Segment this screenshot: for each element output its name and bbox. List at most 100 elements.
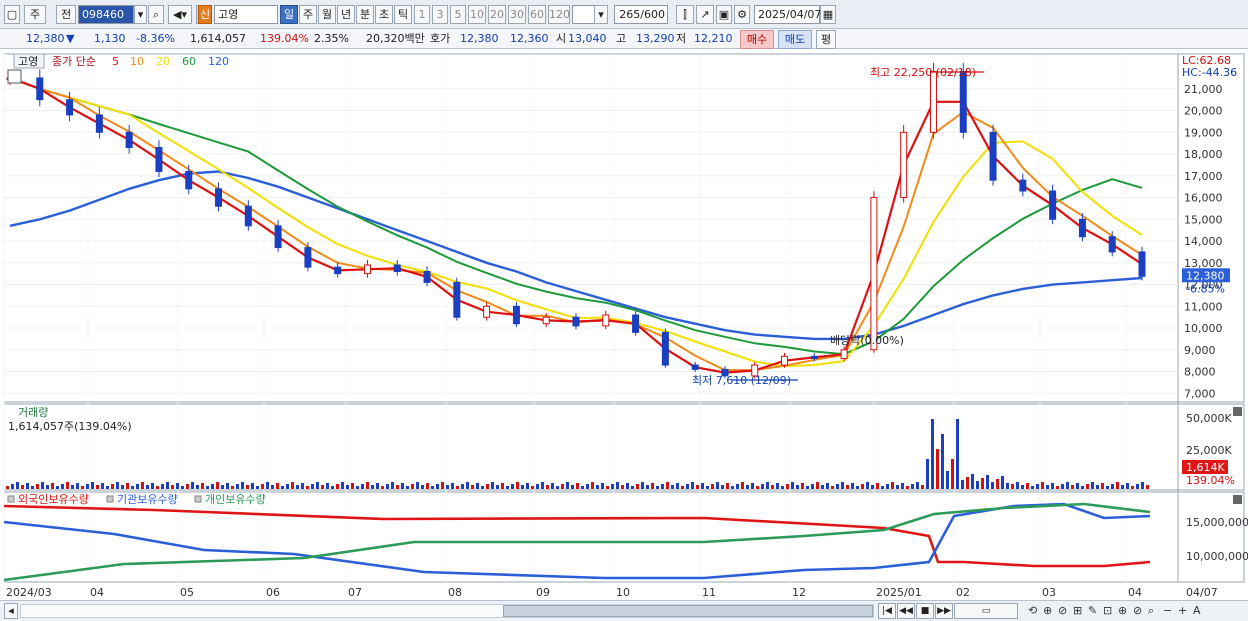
period-tab-6[interactable]: 틱 (394, 5, 412, 24)
tool-h-icon[interactable]: ⊘ (1133, 604, 1142, 617)
minute-button-10[interactable]: 10 (468, 5, 486, 24)
x-label-2: 05 (180, 586, 194, 599)
plus-icon[interactable]: + (1178, 604, 1187, 617)
x-label-4: 07 (348, 586, 362, 599)
volume-bar-28 (146, 485, 149, 489)
sell-button[interactable]: 매도 (778, 30, 812, 49)
volume-bar-145 (731, 486, 734, 489)
buy-button[interactable]: 매수 (740, 30, 774, 49)
volume-bar-221 (1111, 484, 1114, 489)
stock-name-field[interactable]: 고영 (214, 5, 278, 24)
holdings-marker-0 (7, 495, 15, 503)
code-input[interactable]: 098460 (78, 5, 134, 24)
volume-bar-129 (651, 483, 654, 489)
scroll-thumb[interactable] (503, 605, 873, 617)
minute-button-1[interactable]: 1 (414, 5, 430, 24)
volume-bar-32 (166, 482, 169, 489)
speaker-icon[interactable]: ◀▾ (168, 5, 192, 24)
period-tab-1[interactable]: 주 (299, 5, 317, 24)
volume-bar-178 (896, 485, 899, 489)
volume-bar-191 (961, 480, 964, 489)
volume-bar-20 (106, 486, 109, 489)
volume-bar-227 (1141, 482, 1144, 489)
change-pct: -8.36% (136, 32, 175, 45)
minute-button-5[interactable]: 5 (450, 5, 466, 24)
tool-g-icon[interactable]: ⊕ (1118, 604, 1127, 617)
date-input[interactable]: 2025/04/07 (754, 5, 821, 24)
new-badge: 신 (198, 5, 212, 24)
next-icon[interactable]: ▶▶ (935, 603, 953, 619)
gear-icon[interactable]: ⚙ (734, 5, 750, 24)
prefix-button[interactable]: 전 (56, 5, 76, 24)
save-icon[interactable]: ▣ (716, 5, 732, 24)
candle-body-37 (1108, 236, 1116, 253)
count-input[interactable]: 265/600 (614, 5, 668, 24)
period-tab-3[interactable]: 년 (337, 5, 355, 24)
holdings-legend-1: 기관보유수량 (117, 493, 178, 506)
candle-body-19 (572, 316, 580, 327)
volume-bar-226 (1136, 484, 1139, 489)
market-select[interactable]: 주 (24, 5, 46, 24)
calendar-icon[interactable]: ▦ (820, 5, 836, 24)
volume-bar-137 (691, 482, 694, 489)
holdings-marker-2 (194, 495, 202, 503)
high-label: 고 (616, 32, 627, 45)
scroll-track[interactable] (20, 604, 874, 618)
x-label-8: 11 (702, 586, 716, 599)
minute-button-3[interactable]: 3 (432, 5, 448, 24)
period-tab-4[interactable]: 분 (356, 5, 374, 24)
price-tick-4: 17,000 (1184, 170, 1223, 183)
volume-bar-201 (1011, 484, 1014, 489)
volume-bar-223 (1121, 485, 1124, 489)
zoom-search-icon[interactable]: ⌕ (1148, 604, 1154, 618)
volume-bar-118 (596, 485, 599, 489)
tool-b-icon[interactable]: ⊕ (1043, 604, 1052, 617)
minute-dropdown-icon[interactable]: ▾ (594, 5, 608, 24)
low-value: 12,210 (694, 32, 733, 45)
chart-area[interactable]: 21,000 20,000 19,000 18,000 17,000 16,000 15,0… (0, 50, 1248, 621)
search-icon[interactable]: ⌕ (148, 5, 164, 24)
scroll-left-icon[interactable]: ◂ (4, 603, 18, 619)
period-tab-5[interactable]: 초 (375, 5, 393, 24)
volume-bar-13 (71, 485, 74, 489)
volume-bar-186 (936, 449, 939, 489)
volume-bar-16 (86, 484, 89, 489)
volume-bar-196 (986, 475, 989, 489)
period-tab-2[interactable]: 월 (318, 5, 336, 24)
price-tick-0: 21,000 (1184, 83, 1223, 96)
tool-c-icon[interactable]: ⊘ (1058, 604, 1067, 617)
chart-layout-icon[interactable]: ▢ (4, 5, 20, 24)
volume-bar-43 (221, 485, 224, 489)
tool-d-icon[interactable]: ⊞ (1073, 604, 1082, 617)
eval-button[interactable]: 평 (816, 30, 836, 49)
volume-bar-165 (831, 486, 834, 489)
text-icon[interactable]: A (1193, 604, 1201, 617)
volume-bar-144 (726, 483, 729, 489)
candle-icon[interactable]: ⫿ (676, 5, 694, 24)
minute-button-30[interactable]: 30 (508, 5, 526, 24)
tool-a-icon[interactable]: ⟲ (1028, 604, 1037, 617)
tool-e-icon[interactable]: ✎ (1088, 604, 1097, 617)
prev-icon[interactable]: ◀◀ (897, 603, 915, 619)
volume-bar-99 (501, 483, 504, 489)
volume-bar-205 (1031, 486, 1034, 489)
dividend-annotation: 배당락(0.00%) (830, 334, 904, 347)
volume-bar-182 (916, 482, 919, 489)
minute-button-60[interactable]: 60 (528, 5, 546, 24)
stop-icon[interactable]: ■ (916, 603, 934, 619)
draw-tool-icon[interactable]: ↗ (696, 5, 714, 24)
volume-bar-198 (996, 479, 999, 489)
period-tab-0[interactable]: 일 (280, 5, 298, 24)
volume-bar-61 (311, 484, 314, 489)
volume-bar-206 (1036, 484, 1039, 489)
zoom-bar-icon[interactable]: ▭ (954, 603, 1018, 619)
stock-chart[interactable]: 21,000 20,000 19,000 18,000 17,000 16,000 15,0… (0, 50, 1248, 600)
first-icon[interactable]: |◀ (878, 603, 896, 619)
minus-icon[interactable]: − (1163, 604, 1172, 617)
minute-button-20[interactable]: 20 (488, 5, 506, 24)
tool-f-icon[interactable]: ⊡ (1103, 604, 1112, 617)
minute-button-120[interactable]: 120 (548, 5, 570, 24)
code-dropdown-icon[interactable]: ▾ (134, 5, 147, 24)
hc-label: HC:-44.36 (1182, 66, 1237, 79)
volume-bar-168 (846, 485, 849, 489)
